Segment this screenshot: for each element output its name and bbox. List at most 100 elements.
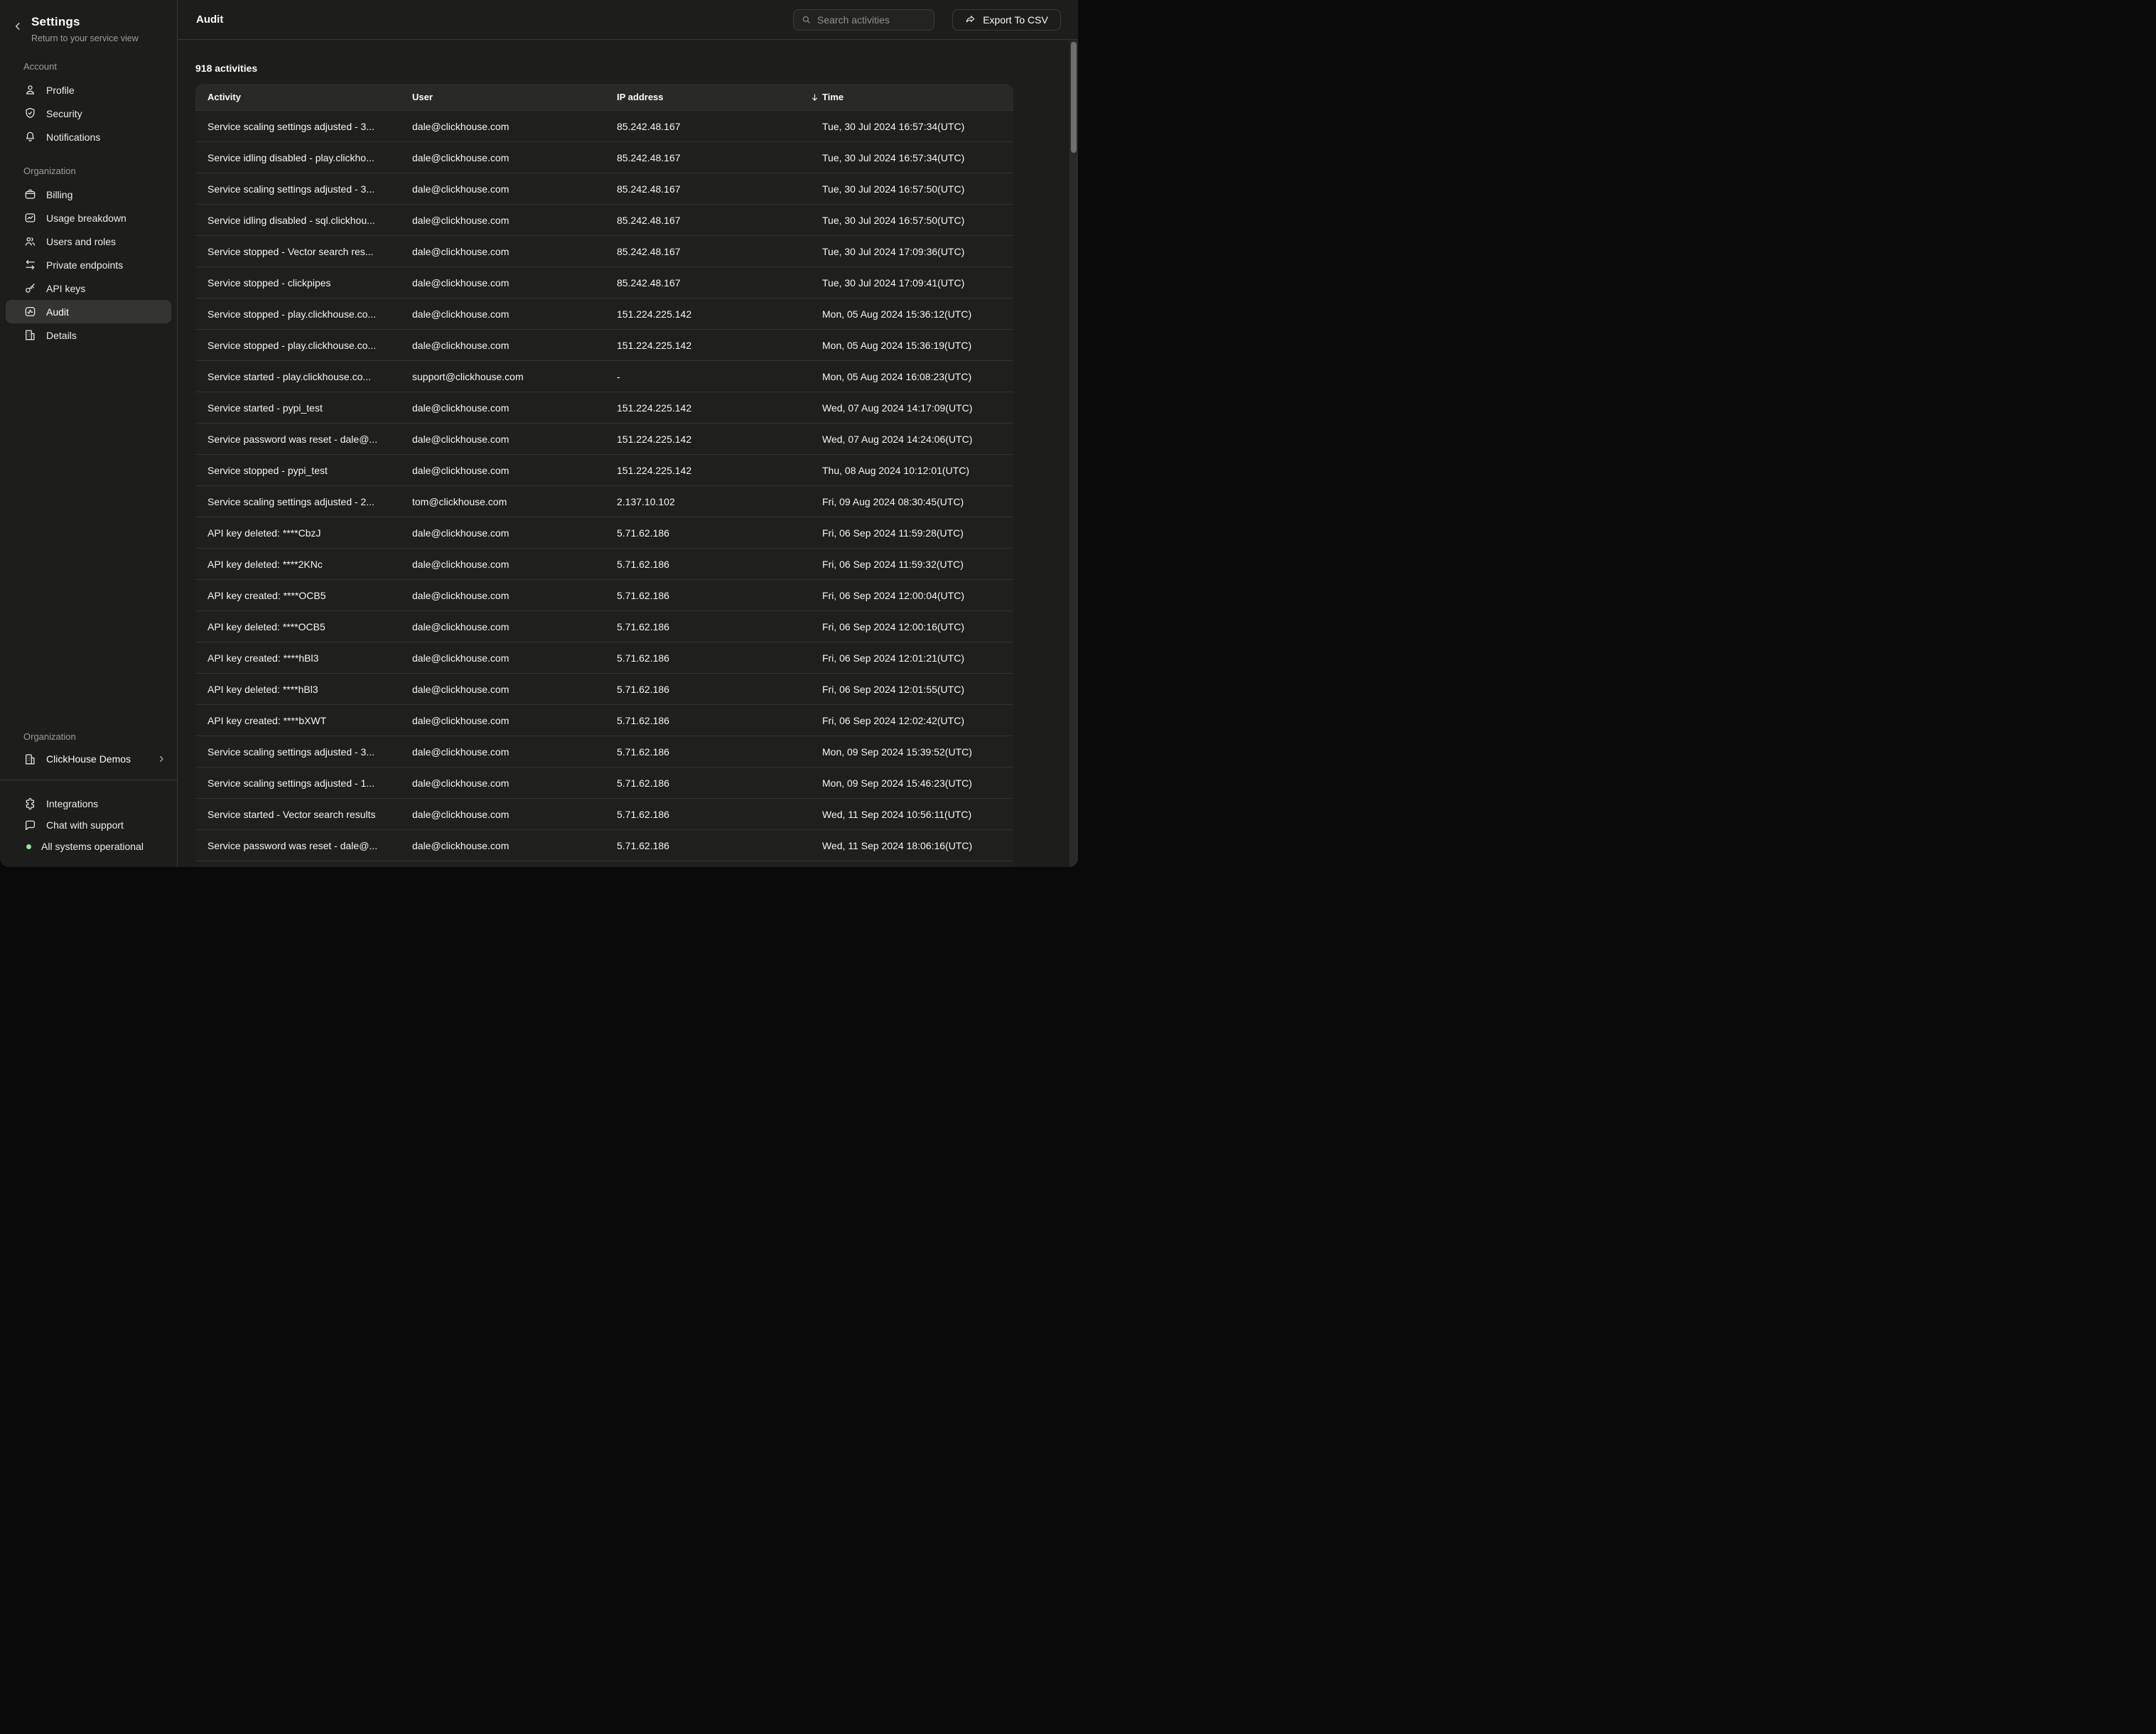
cell-ip: 5.71.62.186 [605,652,810,664]
export-csv-button[interactable]: Export To CSV [952,9,1061,31]
cell-ip: 85.242.48.167 [605,121,810,132]
cell-ip: 5.71.62.186 [605,590,810,601]
arrow-down-icon [810,92,819,102]
cell-user: support@clickhouse.com [400,371,605,382]
search-icon [801,14,812,25]
column-header-user[interactable]: User [400,92,605,102]
cell-user: dale@clickhouse.com [400,215,605,226]
cell-ip: 5.71.62.186 [605,746,810,758]
cell-time: Fri, 06 Sep 2024 12:01:21(UTC) [810,652,1013,664]
sidebar-item-audit[interactable]: Audit [6,300,171,323]
cell-time: Mon, 05 Aug 2024 15:36:12(UTC) [810,308,1013,320]
search-box[interactable] [793,9,934,31]
cell-ip: 151.224.225.142 [605,402,810,414]
bell-icon [23,130,37,144]
cell-ip: 5.71.62.186 [605,527,810,539]
table-row: API key deleted: ****hBl3dale@clickhouse… [195,673,1013,704]
sidebar-item-api-keys[interactable]: API keys [0,276,177,300]
cell-time: Wed, 07 Aug 2024 14:17:09(UTC) [810,402,1013,414]
back-button[interactable] [9,17,27,36]
org-switcher[interactable]: ClickHouse Demos [0,747,177,771]
nav-list-account: ProfileSecurity Notifications [0,78,177,149]
cell-ip: 85.242.48.167 [605,246,810,257]
sidebar-item-notifications[interactable]: Notifications [0,125,177,149]
sidebar-item-billing[interactable]: Billing [0,183,177,206]
cell-user: dale@clickhouse.com [400,527,605,539]
table-row: Service password was reset - dale@...dal… [195,423,1013,454]
sidebar-item-profile[interactable]: Profile [0,78,177,102]
column-header-label: User [412,92,433,102]
table-body: Service scaling settings adjusted - 3...… [195,110,1013,867]
search-input[interactable] [817,14,927,26]
shield-check-icon [23,107,37,120]
cell-ip: 151.224.225.142 [605,465,810,476]
settings-subtitle: Return to your service view [31,33,139,44]
sidebar-item-private-endpoints[interactable]: Private endpoints [0,253,177,276]
cell-time: Fri, 09 Aug 2024 08:30:45(UTC) [810,496,1013,507]
table-row: Service password was reset - dale@...dal… [195,829,1013,861]
cell-ip: 151.224.225.142 [605,308,810,320]
cell-activity: Service idling disabled - play.clickho..… [195,152,400,163]
cell-user: dale@clickhouse.com [400,465,605,476]
cell-ip: 5.71.62.186 [605,809,810,820]
cell-user: tom@clickhouse.com [400,496,605,507]
cell-activity: API key deleted: ****CbzJ [195,527,400,539]
cell-activity: API key created: ****bXWT [195,715,400,726]
sidebar-item-label: Private endpoints [46,259,123,271]
sidebar-item-usage-breakdown[interactable]: Usage breakdown [0,206,177,230]
chevron-left-icon [13,21,23,31]
sidebar-item-security[interactable]: Security [0,102,177,125]
cell-time: Mon, 05 Aug 2024 16:08:23(UTC) [810,371,1013,382]
cell-user: dale@clickhouse.com [400,152,605,163]
column-header-ip-address[interactable]: IP address [605,92,810,102]
cell-ip: 5.71.62.186 [605,684,810,695]
cell-time: Wed, 11 Sep 2024 10:56:11(UTC) [810,809,1013,820]
cell-time: Tue, 30 Jul 2024 16:57:50(UTC) [810,183,1013,195]
table-row: Service stopped - Vector search res...da… [195,235,1013,266]
settings-title-block: Settings Return to your service view [31,14,139,44]
status-dot [26,844,31,849]
table-row: API key deleted: ****OCB5dale@clickhouse… [195,610,1013,642]
system-status[interactable]: All systems operational [0,836,177,857]
cell-time: Fri, 06 Sep 2024 11:59:28(UTC) [810,527,1013,539]
cell-user: dale@clickhouse.com [400,277,605,289]
table-row: Service scaling settings adjusted - 2...… [195,485,1013,517]
cell-user: dale@clickhouse.com [400,402,605,414]
cell-time: Fri, 06 Sep 2024 12:00:04(UTC) [810,590,1013,601]
sidebar-item-users-and-roles[interactable]: Users and roles [0,230,177,253]
page-title: Audit [196,14,223,26]
org-name: ClickHouse Demos [46,753,131,765]
cell-activity: Service idling disabled - sql.clickhou..… [195,215,400,226]
table-row: Service started - play.clickhouse.co...s… [195,360,1013,392]
user-icon [23,83,37,97]
cell-ip: 85.242.48.167 [605,215,810,226]
footer-item-chat-with-support[interactable]: Chat with support [0,814,177,836]
table-row: Service stopped - clickpipesdale@clickho… [195,266,1013,298]
sidebar-item-label: Notifications [46,131,100,143]
cell-activity: API key created: ****hBl3 [195,652,400,664]
sidebar-footer: Organization ClickHouse Demos Integratio… [0,731,177,867]
table-row: Service stopped - play.clickhouse.co...d… [195,329,1013,360]
sidebar-item-details[interactable]: Details [0,323,177,347]
footer-item-integrations[interactable]: Integrations [0,793,177,814]
audit-table: Activity User IP addressTime Service scali… [195,84,1013,867]
cell-user: dale@clickhouse.com [400,746,605,758]
cell-activity: Service scaling settings adjusted - 3... [195,183,400,195]
cell-activity: API key deleted: ****OCB5 [195,621,400,632]
vertical-scrollbar[interactable] [1069,41,1078,867]
scrollbar-thumb[interactable] [1071,42,1077,153]
column-header-activity[interactable]: Activity [195,92,400,102]
cell-time: Fri, 06 Sep 2024 12:00:16(UTC) [810,621,1013,632]
column-header-time[interactable]: Time [810,92,1013,102]
cell-activity: Service started - Vector search results [195,809,400,820]
cell-user: dale@clickhouse.com [400,121,605,132]
cell-activity: Service stopped - pypi_test [195,465,400,476]
cell-activity: Service stopped - clickpipes [195,277,400,289]
cell-user: dale@clickhouse.com [400,246,605,257]
cell-activity: Service stopped - play.clickhouse.co... [195,340,400,351]
export-csv-label: Export To CSV [983,14,1048,26]
cell-activity: API key deleted: ****hBl3 [195,684,400,695]
export-arrow-icon [965,14,976,26]
footer-item-label: Chat with support [46,819,124,831]
cell-time: Mon, 05 Aug 2024 15:36:19(UTC) [810,340,1013,351]
